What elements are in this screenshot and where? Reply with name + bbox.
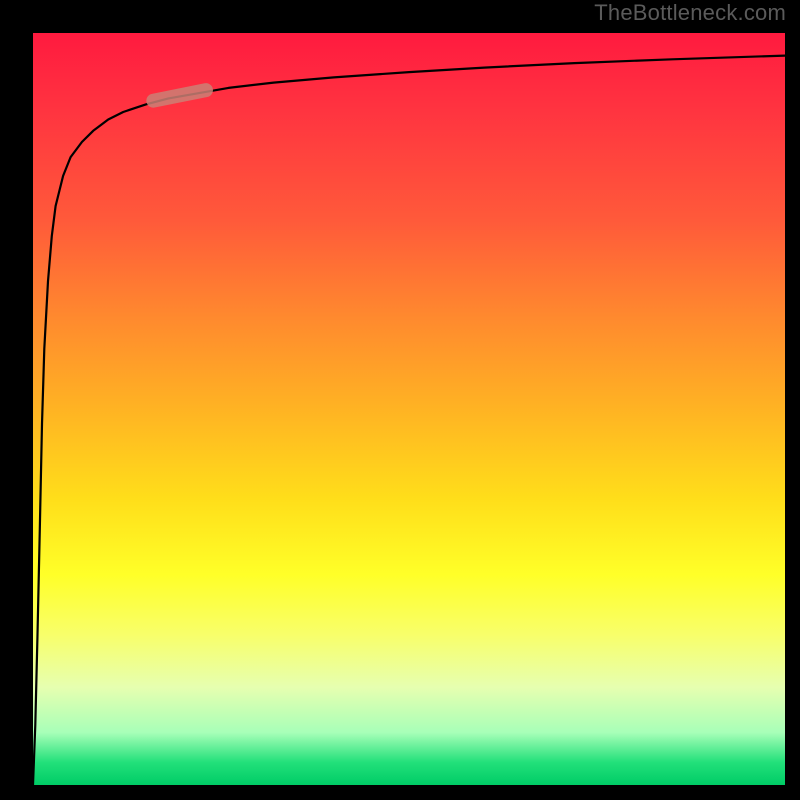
watermark-text: TheBottleneck.com (594, 0, 786, 26)
plot-area (33, 33, 785, 785)
bottleneck-curve (33, 56, 785, 785)
chart-frame: TheBottleneck.com (0, 0, 800, 800)
curve-layer (33, 33, 785, 785)
highlight-marker (153, 90, 206, 101)
